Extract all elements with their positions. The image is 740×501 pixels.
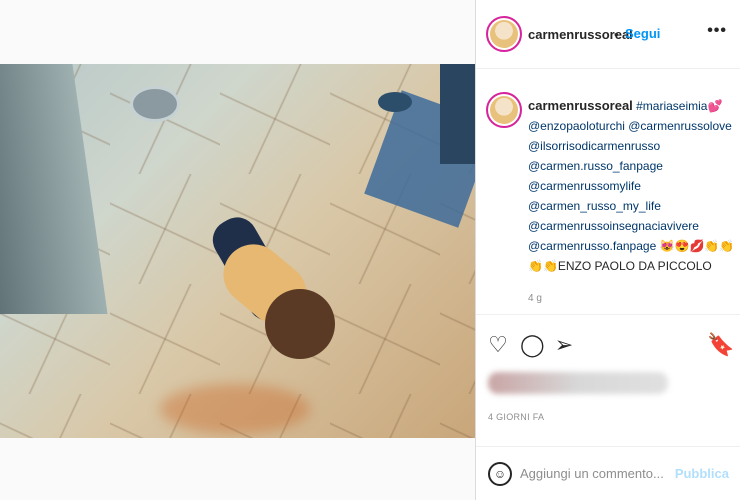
caption-last-line: 👏👏ENZO PAOLO DA PICCOLO — [528, 259, 712, 273]
bowl — [378, 92, 412, 112]
child-figure — [205, 210, 335, 364]
likes-blurred — [488, 372, 668, 394]
heart-emoji: 💕 — [707, 99, 723, 113]
more-options-icon[interactable]: ••• — [707, 22, 727, 40]
comment-input[interactable]: Aggiungi un commento... — [520, 466, 664, 481]
emoji-icon[interactable]: ☺ — [488, 462, 512, 486]
mention-line[interactable]: @carmenrussomylife — [528, 176, 738, 196]
post-sidebar: carmenrussoreal • Segui ••• carmenrussor… — [475, 0, 740, 500]
crate — [440, 64, 475, 164]
mention-line[interactable]: @carmenrussoinsegnaciavivere — [528, 216, 738, 236]
avatar[interactable] — [486, 16, 522, 52]
post-date: 4 GIORNI FA — [488, 412, 545, 422]
mention-line[interactable]: @carmen.russo_fanpage — [528, 156, 738, 176]
mention-line[interactable]: @ilsorrisodicarmenrusso — [528, 136, 738, 156]
hashtag-link[interactable]: #mariaseimia — [636, 99, 707, 113]
follow-button[interactable]: Segui — [625, 26, 660, 41]
heart-icon[interactable]: ♡ — [486, 333, 510, 357]
bookmark-icon[interactable]: 🔖 — [707, 333, 734, 357]
bowl — [130, 86, 180, 122]
comment-icon[interactable]: ◯ — [520, 333, 545, 357]
comment-box: ☺ Aggiungi un commento... Pubblica — [476, 446, 740, 501]
caption-username[interactable]: carmenrussoreal — [528, 98, 633, 113]
action-bar: ♡ ◯ ➢ 🔖 — [476, 314, 740, 375]
mention-line[interactable]: @enzopaoloturchi @carmenrussolove — [528, 116, 738, 136]
post-header: carmenrussoreal • Segui ••• — [476, 0, 740, 69]
share-icon[interactable]: ➢ — [552, 333, 576, 357]
caption-text: carmenrussoreal #mariaseimia💕 @enzopaolo… — [528, 96, 738, 276]
publish-button[interactable]: Pubblica — [675, 466, 729, 481]
mention-line[interactable]: @carmen_russo_my_life — [528, 196, 738, 216]
post-media — [0, 0, 475, 500]
floor-shadow — [160, 384, 310, 434]
post-photo[interactable] — [0, 64, 475, 438]
post-age: 4 g — [528, 293, 542, 304]
avatar[interactable] — [486, 92, 522, 128]
mention-line[interactable]: @carmenrusso.fanpage 😻😍💋👏👏 — [528, 236, 738, 256]
separator-dot: • — [614, 27, 619, 42]
child-head — [265, 289, 335, 359]
